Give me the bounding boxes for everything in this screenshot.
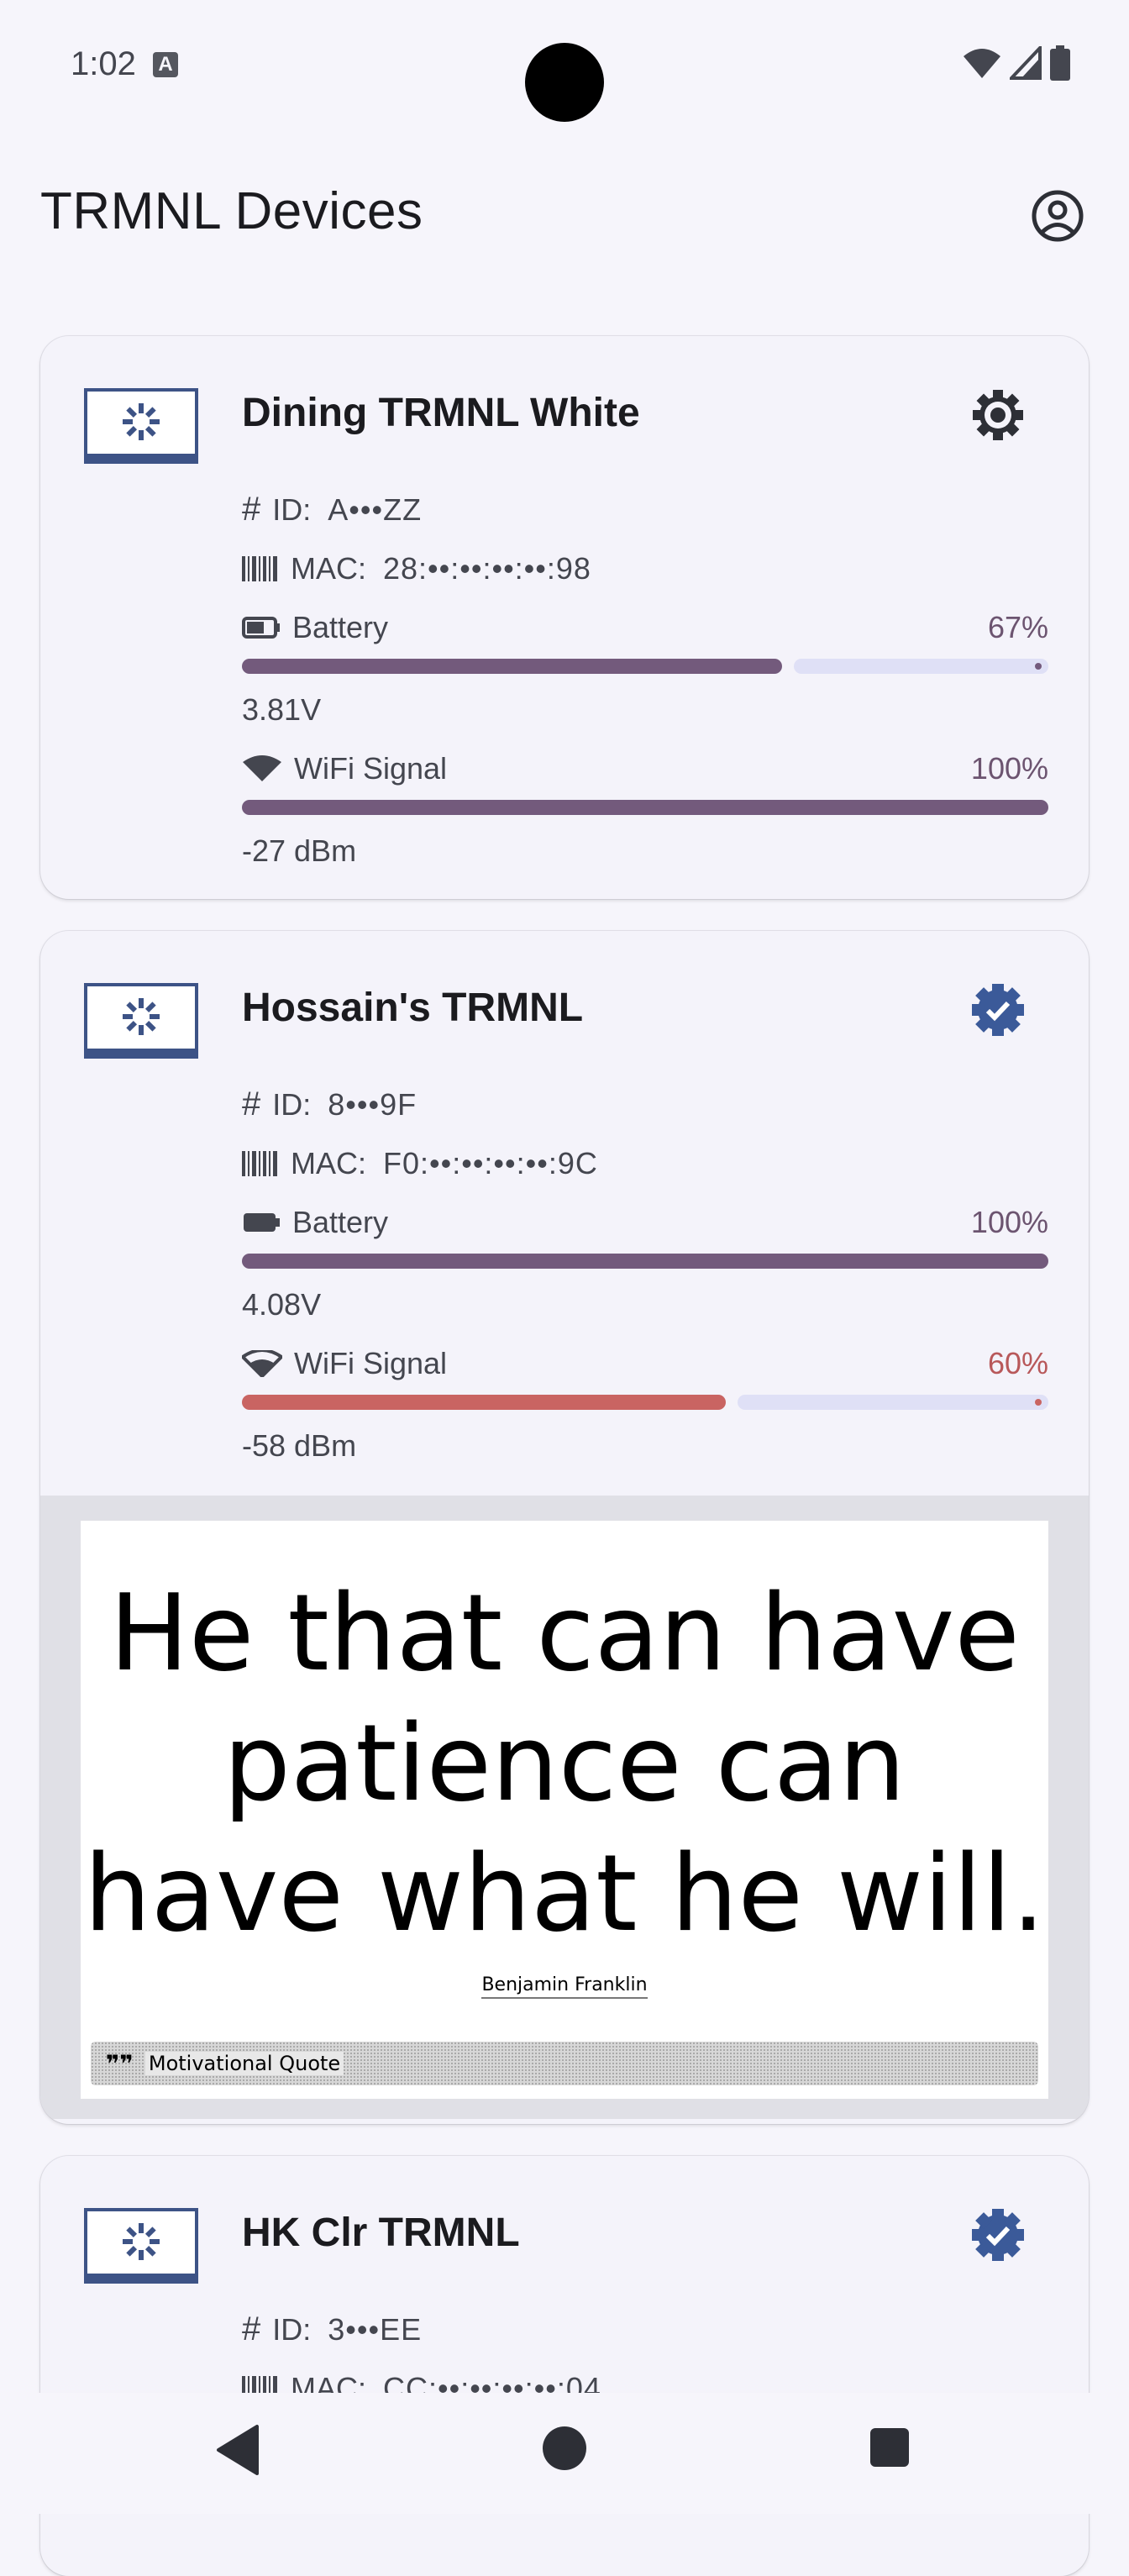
- device-mac-row: MAC: 28:••:••:••:••:98: [242, 551, 591, 586]
- quote-author: Benjamin Franklin: [81, 1974, 1048, 1999]
- battery-status-icon: [1050, 45, 1070, 81]
- battery-progress-fill: [242, 1254, 1048, 1269]
- id-value: A•••ZZ: [328, 492, 423, 527]
- wifi-percent: 100%: [970, 751, 1048, 786]
- trmnl-device-icon: [84, 2208, 198, 2284]
- wifi-label: WiFi Signal: [294, 1346, 448, 1380]
- device-card[interactable]: Hossain's TRMNL # ID: 8•••9F MAC: F0:••:…: [40, 931, 1089, 2124]
- battery-progress: [242, 659, 1048, 674]
- device-id-row: # ID: A•••ZZ: [242, 491, 422, 528]
- quote-icon: ❞❞: [106, 2049, 134, 2078]
- camera-cutout: [525, 43, 604, 122]
- id-value: 8•••9F: [328, 1086, 417, 1122]
- keyboard-status-icon: A: [153, 52, 178, 77]
- device-name: HK Clr TRMNL: [242, 2211, 520, 2255]
- battery-progress-stop: [1035, 663, 1042, 670]
- device-id-row: # ID: 3•••EE: [242, 2311, 422, 2348]
- hash-icon: #: [242, 491, 261, 528]
- status-bar: 1:02 A: [0, 0, 1129, 134]
- id-label: ID:: [272, 492, 312, 527]
- screen-preview[interactable]: He that can have patience can have what …: [40, 1496, 1089, 2119]
- mac-value: 28:••:••:••:••:98: [383, 551, 591, 586]
- quote-text: He that can have patience can have what …: [81, 1568, 1048, 1958]
- quote-line: have what he will.: [83, 1832, 1046, 1955]
- verified-gear-icon[interactable]: [968, 980, 1028, 1040]
- back-icon[interactable]: [213, 2423, 264, 2477]
- quote-author-text: Benjamin Franklin: [481, 1974, 648, 1999]
- battery-full-icon: [244, 1213, 280, 1232]
- wifi-dbm: -27 dBm: [242, 833, 357, 868]
- mac-label: MAC:: [291, 551, 366, 586]
- hash-icon: #: [242, 2311, 261, 2347]
- plugin-footer: ❞❞ Motivational Quote: [91, 2042, 1038, 2085]
- battery-progress: [242, 1254, 1048, 1269]
- status-time: 1:02: [71, 45, 136, 82]
- account-icon[interactable]: [1028, 187, 1087, 245]
- battery-label-row: Battery: [242, 610, 388, 645]
- battery-percent: 100%: [970, 1205, 1048, 1239]
- trmnl-device-icon: [84, 983, 198, 1059]
- quote-line: patience can: [223, 1701, 906, 1825]
- battery-progress-track: [794, 659, 1048, 674]
- page-title: TRMNL Devices: [40, 182, 423, 240]
- battery-progress-fill: [242, 659, 782, 674]
- verified-gear-icon[interactable]: [968, 2205, 1028, 2265]
- hash-icon: #: [242, 1086, 261, 1122]
- wifi-status-icon: [964, 49, 1000, 78]
- battery-label: Battery: [292, 1205, 389, 1239]
- wifi-progress-stop: [1035, 1399, 1042, 1406]
- cell-signal-icon: [1010, 46, 1042, 80]
- battery-label: Battery: [292, 610, 389, 644]
- gear-icon[interactable]: [968, 385, 1028, 445]
- battery-label-row: Battery: [242, 1205, 388, 1240]
- device-card[interactable]: Dining TRMNL White # ID: A•••ZZ MAC: 28:…: [40, 336, 1089, 899]
- wifi-progress-track: [738, 1395, 1048, 1410]
- recents-icon[interactable]: [869, 2426, 911, 2468]
- battery-percent: 67%: [987, 610, 1048, 644]
- id-label: ID:: [272, 1086, 312, 1122]
- wifi-percent: 60%: [987, 1346, 1048, 1380]
- quote-line: He that can have: [109, 1571, 1020, 1695]
- wifi-dbm: -58 dBm: [242, 1428, 357, 1463]
- battery-voltage: 4.08V: [242, 1287, 322, 1322]
- wifi-icon: [242, 1350, 282, 1377]
- wifi-label: WiFi Signal: [294, 751, 448, 786]
- wifi-progress-fill: [242, 800, 1048, 815]
- id-label: ID:: [272, 2311, 312, 2347]
- battery-voltage: 3.81V: [242, 692, 322, 727]
- wifi-icon: [243, 755, 281, 781]
- wifi-progress-fill: [242, 1395, 726, 1410]
- wifi-label-row: WiFi Signal: [242, 1346, 447, 1381]
- battery-icon: [242, 617, 280, 639]
- trmnl-device-icon: [84, 388, 198, 464]
- device-id-row: # ID: 8•••9F: [242, 1086, 417, 1123]
- wifi-label-row: WiFi Signal: [242, 751, 447, 786]
- eink-screen-image: He that can have patience can have what …: [81, 1521, 1048, 2099]
- device-name: Hossain's TRMNL: [242, 986, 584, 1030]
- status-icons: [963, 45, 1070, 81]
- mac-label: MAC:: [291, 1146, 366, 1180]
- plugin-name: Motivational Quote: [144, 2052, 344, 2075]
- device-name: Dining TRMNL White: [242, 391, 640, 435]
- mac-value: F0:••:••:••:••:9C: [383, 1146, 598, 1180]
- id-value: 3•••EE: [328, 2311, 423, 2347]
- system-nav-bar: [0, 2393, 1129, 2514]
- wifi-progress: [242, 1395, 1048, 1410]
- barcode-icon: [242, 556, 277, 581]
- wifi-progress: [242, 800, 1048, 815]
- barcode-icon: [242, 1151, 277, 1176]
- device-mac-row: MAC: F0:••:••:••:••:9C: [242, 1146, 598, 1181]
- home-icon[interactable]: [541, 2425, 588, 2472]
